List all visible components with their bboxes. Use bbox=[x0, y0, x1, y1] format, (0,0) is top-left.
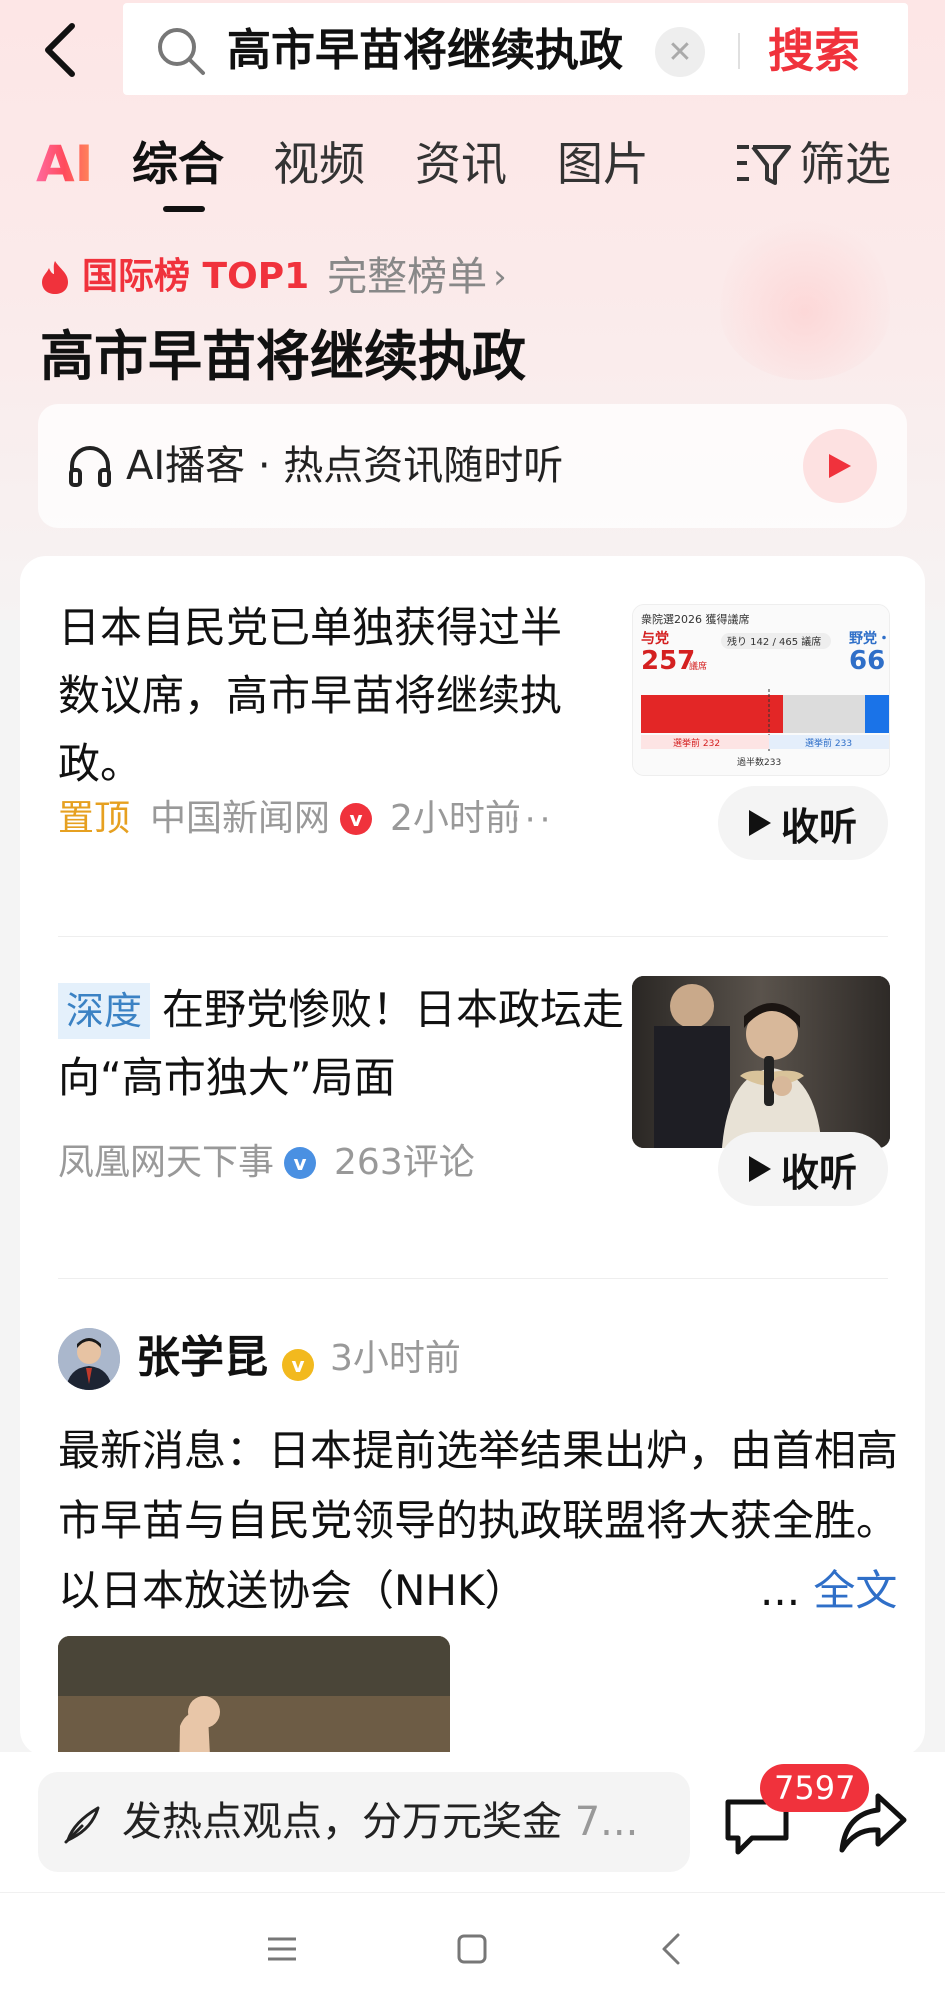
divider bbox=[58, 936, 888, 937]
speaker-photo bbox=[632, 976, 890, 1148]
thumb-before-left: 選挙前 232 bbox=[673, 737, 720, 749]
divider bbox=[58, 1278, 888, 1279]
news-meta: 凤凰网天下事 v 263评论 bbox=[58, 1138, 475, 1188]
podcast-label: AI播客 · 热点资讯随时听 bbox=[126, 443, 564, 489]
depth-tag: 深度 bbox=[58, 983, 151, 1039]
ai-podcast-bar[interactable]: AI播客 · 热点资讯随时听 bbox=[38, 404, 907, 528]
search-icon bbox=[158, 28, 205, 75]
play-icon bbox=[748, 810, 771, 836]
hot-rank-row[interactable]: 国际榜 TOP1 完整榜单 › bbox=[40, 252, 507, 302]
tab-ai[interactable]: AI bbox=[36, 134, 93, 194]
back-nav-icon[interactable] bbox=[652, 1929, 692, 1969]
menu-icon[interactable] bbox=[262, 1929, 302, 1969]
comment-placeholder-text: 发热点观点，分万元奖金 bbox=[122, 1799, 562, 1845]
category-tabs: AI 综合 视频 资讯 图片 筛选 bbox=[0, 130, 945, 212]
news-title[interactable]: 日本自民党已单独获得过半数议席，高市早苗将继续执政。 bbox=[58, 594, 603, 798]
hot-headline: 高市早苗将继续执政 bbox=[40, 325, 526, 388]
thumb-left-unit: 議席 bbox=[689, 660, 707, 672]
chevron-right-icon: › bbox=[493, 257, 507, 297]
comment-placeholder: 发热点观点，分万元奖金 7... bbox=[122, 1792, 638, 1852]
news-comments[interactable]: 263评论 bbox=[334, 1138, 475, 1188]
search-bar[interactable]: 高市早苗将继续执政 ✕ 搜索 bbox=[123, 3, 908, 95]
expand-full-text[interactable]: ... 全文 bbox=[760, 1556, 897, 1626]
pen-icon bbox=[64, 1806, 100, 1844]
results-card: 日本自民党已单独获得过半数议席，高市早苗将继续执政。 衆院選2026 獲得議席 … bbox=[20, 556, 925, 1836]
post-author-name: 张学昆 bbox=[136, 1332, 268, 1383]
bottom-action-bar: 发热点观点，分万元奖金 7... 7597 bbox=[0, 1752, 945, 1892]
close-icon: ✕ bbox=[667, 34, 693, 70]
filter-button[interactable]: 筛选 bbox=[735, 134, 891, 194]
listen-button[interactable]: 收听 bbox=[718, 786, 888, 860]
pinned-badge: 置顶 bbox=[58, 798, 131, 839]
thumb-left-value: 257 bbox=[641, 646, 695, 676]
ellipsis: ... bbox=[760, 1566, 801, 1615]
tab-news[interactable]: 资讯 bbox=[415, 134, 507, 194]
divider bbox=[738, 33, 740, 69]
chevron-left-icon bbox=[45, 23, 75, 77]
avatar[interactable] bbox=[58, 1328, 120, 1390]
verified-icon: v bbox=[282, 1349, 314, 1381]
headphones-icon bbox=[69, 446, 111, 487]
full-text-link[interactable]: 全文 bbox=[813, 1566, 897, 1615]
system-nav-bar bbox=[0, 1892, 945, 2004]
listen-label: 收听 bbox=[780, 1150, 857, 1195]
news-title[interactable]: 深度 在野党惨败！日本政坛走向“高市独大”局面 bbox=[58, 976, 628, 1112]
news-thumbnail-photo[interactable] bbox=[632, 976, 890, 1148]
news-source[interactable]: 凤凰网天下事 bbox=[58, 1138, 274, 1188]
home-icon[interactable] bbox=[452, 1929, 492, 1969]
filter-label: 筛选 bbox=[799, 137, 891, 191]
listen-button[interactable]: 收听 bbox=[718, 1132, 888, 1206]
verified-icon: v bbox=[284, 1147, 317, 1179]
post-time: 3小时前 bbox=[330, 1338, 461, 1379]
news-time: 2小时前 bbox=[390, 798, 521, 839]
search-submit-button[interactable]: 搜索 bbox=[768, 21, 860, 81]
thumb-left-party: 与党 bbox=[641, 630, 669, 647]
news-thumbnail-chart[interactable]: 衆院選2026 獲得議席 与党 257 議席 残り 142 / 465 議席 野… bbox=[632, 604, 890, 776]
play-icon bbox=[829, 454, 851, 478]
thumb-before-right: 選挙前 233 bbox=[805, 737, 852, 749]
listen-label: 收听 bbox=[780, 804, 857, 849]
rank-label: 国际榜 TOP1 bbox=[82, 256, 310, 297]
share-icon[interactable] bbox=[838, 1790, 908, 1856]
active-tab-indicator bbox=[163, 206, 205, 212]
thumb-remaining: 残り 142 / 465 議席 bbox=[727, 635, 821, 648]
tab-video[interactable]: 视频 bbox=[273, 134, 365, 194]
back-button[interactable] bbox=[30, 18, 90, 82]
tab-comprehensive[interactable]: 综合 bbox=[132, 134, 224, 194]
podcast-play-button[interactable] bbox=[803, 429, 877, 503]
verified-icon: v bbox=[340, 803, 373, 835]
clear-search-button[interactable]: ✕ bbox=[655, 27, 705, 77]
news-source[interactable]: 中国新闻网 bbox=[150, 794, 330, 844]
thumb-title: 衆院選2026 獲得議席 bbox=[641, 612, 750, 626]
avatar-image bbox=[58, 1328, 120, 1390]
news-meta: 置顶 中国新闻网 v 2小时前 bbox=[58, 794, 521, 844]
more-options-icon[interactable]: ··· bbox=[510, 800, 554, 840]
filter-icon bbox=[737, 145, 791, 185]
flame-icon bbox=[42, 261, 68, 294]
seat-chart-graphic: 衆院選2026 獲得議席 与党 257 議席 残り 142 / 465 議席 野… bbox=[633, 605, 890, 775]
tab-images[interactable]: 图片 bbox=[557, 134, 649, 194]
play-icon bbox=[748, 1156, 771, 1182]
thumb-right-party: 野党・ bbox=[849, 630, 890, 647]
thumb-majority: 過半数233 bbox=[737, 756, 781, 768]
post-author[interactable]: 张学昆 v bbox=[136, 1326, 332, 1390]
comment-input[interactable]: 发热点观点，分万元奖金 7... bbox=[38, 1772, 690, 1872]
full-list-link[interactable]: 完整榜单 bbox=[327, 252, 487, 302]
thumb-right-value: 66 bbox=[849, 646, 885, 676]
comment-suffix: 7... bbox=[574, 1799, 639, 1845]
